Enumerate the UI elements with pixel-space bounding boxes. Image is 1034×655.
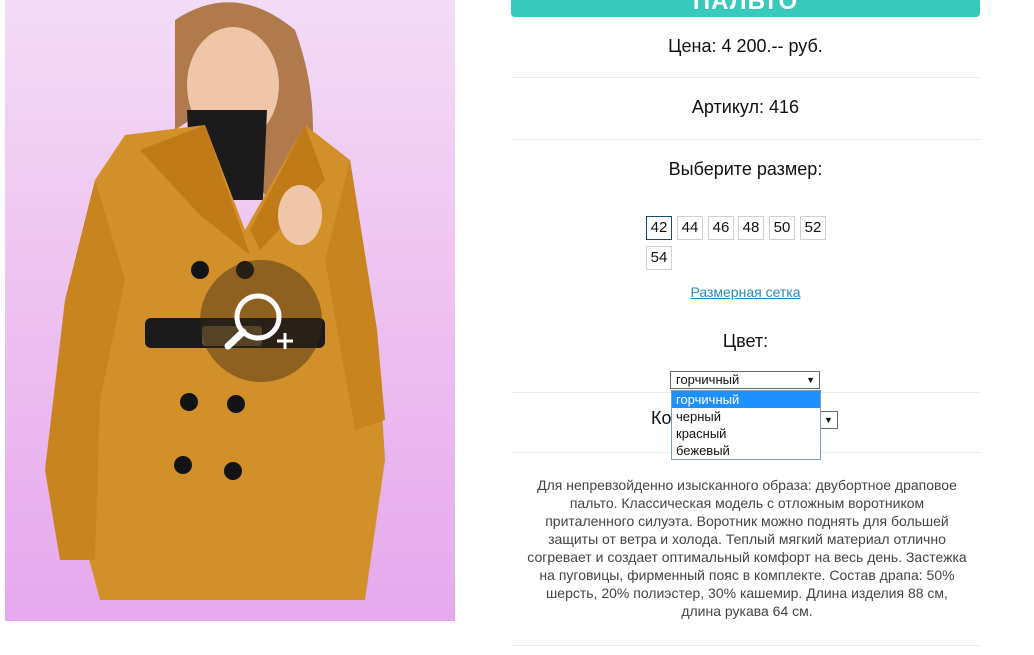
divider bbox=[511, 139, 980, 140]
color-option-beige[interactable]: бежевый bbox=[672, 442, 820, 459]
chevron-down-icon: ▼ bbox=[806, 375, 815, 385]
color-dropdown: горчичный черный красный бежевый bbox=[671, 390, 821, 460]
size-chart-link[interactable]: Размерная сетка bbox=[511, 284, 980, 300]
quantity-label: Ко bbox=[651, 408, 672, 428]
product-title: ПАЛЬТО bbox=[692, 0, 799, 15]
color-label: Цвет: bbox=[722, 331, 769, 351]
color-option-black[interactable]: черный bbox=[672, 408, 820, 425]
zoom-button[interactable] bbox=[200, 260, 322, 382]
divider bbox=[511, 645, 980, 646]
size-option-48[interactable]: 48 bbox=[738, 216, 764, 240]
product-description: Для непревзойденно изысканного образа: д… bbox=[527, 477, 967, 619]
size-option-50[interactable]: 50 bbox=[769, 216, 795, 240]
zoom-in-icon bbox=[224, 293, 293, 350]
color-option-red[interactable]: красный bbox=[672, 425, 820, 442]
divider bbox=[511, 77, 980, 78]
color-option-mustard[interactable]: горчичный bbox=[672, 391, 820, 408]
chevron-down-icon: ▼ bbox=[824, 415, 833, 425]
color-select[interactable]: горчичный ▼ bbox=[670, 371, 820, 389]
product-article: Артикул: 416 bbox=[691, 97, 800, 117]
product-title-bar: ПАЛЬТО bbox=[511, 0, 980, 17]
size-option-52[interactable]: 52 bbox=[800, 216, 826, 240]
size-label: Выберите размер: bbox=[668, 159, 823, 179]
quantity-select[interactable]: ▼ bbox=[820, 411, 838, 429]
size-option-54[interactable]: 54 bbox=[646, 246, 672, 270]
product-price: Цена: 4 200.-- руб. bbox=[668, 36, 823, 56]
size-option-42[interactable]: 42 bbox=[646, 216, 672, 240]
size-option-46[interactable]: 46 bbox=[708, 216, 734, 240]
size-option-44[interactable]: 44 bbox=[677, 216, 703, 240]
product-image[interactable] bbox=[5, 0, 455, 621]
color-select-value: горчичный bbox=[676, 372, 740, 387]
